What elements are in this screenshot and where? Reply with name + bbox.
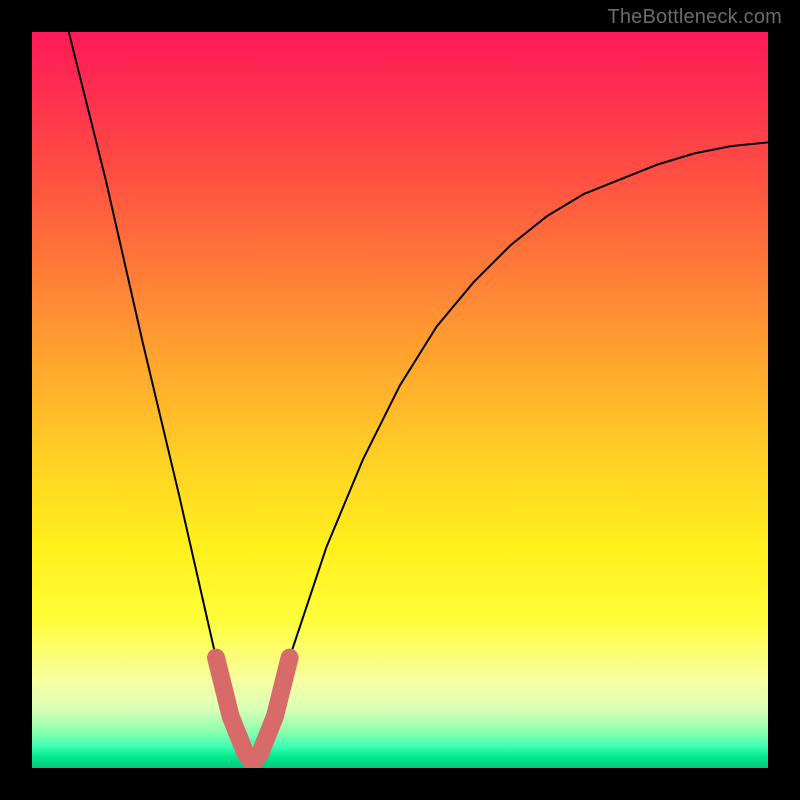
background-gradient xyxy=(32,32,768,768)
watermark-text: TheBottleneck.com xyxy=(607,6,782,29)
chart-frame: TheBottleneck.com xyxy=(0,0,800,800)
plot-area xyxy=(32,32,768,768)
